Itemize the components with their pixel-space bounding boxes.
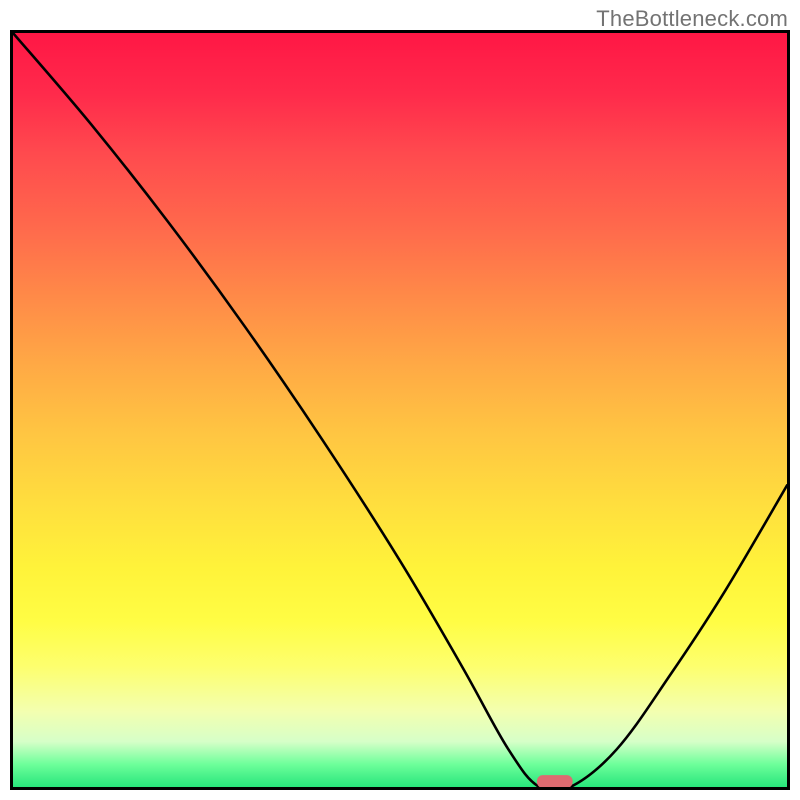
bottleneck-curve-svg: [13, 33, 787, 787]
chart-frame: [10, 30, 790, 790]
watermark-text: TheBottleneck.com: [596, 6, 788, 32]
optimal-point-marker: [537, 775, 573, 787]
bottleneck-curve-line: [13, 33, 787, 787]
